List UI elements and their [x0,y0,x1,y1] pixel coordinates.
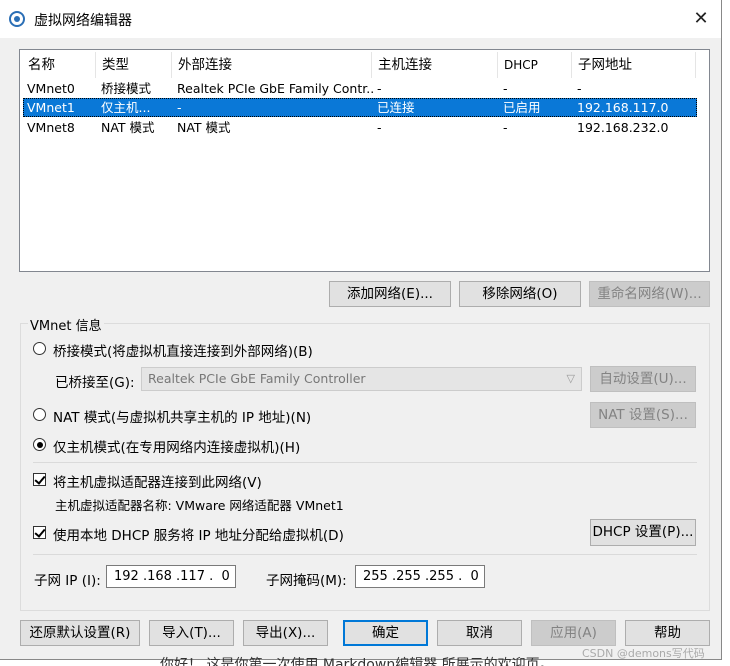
use-dhcp-checkbox[interactable] [33,526,46,539]
bridge-mode-label[interactable]: 桥接模式(将虚拟机直接连接到外部网络)(B) [53,340,313,360]
add-network-button[interactable]: 添加网络(E)... [329,281,451,307]
cell-subnet: - [577,81,582,96]
bridged-to-select[interactable]: Realtek PCIe GbE Family Controller ▽ [141,367,582,391]
close-icon[interactable]: ✕ [686,6,716,32]
cell-type: NAT 模式 [101,120,155,135]
column-header-dhcp[interactable]: DHCP [498,52,572,78]
cell-dhcp: - [503,120,508,135]
cell-host: - [377,81,382,96]
nat-mode-label[interactable]: NAT 模式(与虚拟机共享主机的 IP 地址)(N) [53,406,311,426]
cell-name: VMnet0 [27,81,75,96]
cancel-button[interactable]: 取消 [437,620,522,646]
column-header-external[interactable]: 外部连接 [172,52,372,78]
separator [33,462,697,463]
bridged-to-label: 已桥接至(G): [55,375,135,391]
column-header-subnet[interactable]: 子网地址 [572,52,696,78]
watermark: CSDN @demons写代码 [582,647,705,660]
subnet-mask-label: 子网掩码(M): [266,573,347,589]
cell-subnet: 192.168.117.0 [577,100,669,115]
apply-button[interactable]: 应用(A) [531,620,616,646]
cell-type: 仅主机... [101,100,151,115]
cell-dhcp: - [503,81,508,96]
adapter-name-text: 主机虚拟适配器名称: VMware 网络适配器 VMnet1 [55,498,344,513]
table-row-vmnet1[interactable]: VMnet1 仅主机... - 已连接 已启用 192.168.117.0 [23,98,697,117]
bridge-mode-radio[interactable] [33,342,46,355]
bridged-to-value: Realtek PCIe GbE Family Controller [148,371,366,386]
host-only-label[interactable]: 仅主机模式(在专用网络内连接虚拟机)(H) [53,436,300,456]
cell-host: - [377,120,382,135]
restore-defaults-button[interactable]: 还原默认设置(R) [20,620,140,646]
cell-dhcp: 已启用 [503,100,541,115]
cell-external: NAT 模式 [177,120,231,135]
cell-name: VMnet8 [27,120,75,135]
subnet-ip-label: 子网 IP (I): [34,573,101,589]
import-button[interactable]: 导入(T)... [149,620,234,646]
cell-external: Realtek PCIe GbE Family Contr... [177,81,373,96]
use-dhcp-label[interactable]: 使用本地 DHCP 服务将 IP 地址分配给虚拟机(D) [53,524,344,544]
cell-name: VMnet1 [27,100,75,115]
table-row-vmnet8[interactable]: VMnet8 NAT 模式 NAT 模式 - - 192.168.232.0 [23,118,697,137]
nat-mode-radio[interactable] [33,408,46,421]
auto-settings-button[interactable]: 自动设置(U)... [590,366,696,392]
subnet-ip-input[interactable]: 192 .168 .117 . 0 [106,565,236,588]
nat-settings-button[interactable]: NAT 设置(S)... [590,402,696,428]
separator [33,554,697,555]
dhcp-settings-button[interactable]: DHCP 设置(P)... [590,519,696,546]
connect-adapter-label[interactable]: 将主机虚拟适配器连接到此网络(V) [53,471,262,491]
network-list[interactable]: 名称 类型 外部连接 主机连接 DHCP 子网地址 VMnet0 桥接模式 Re… [19,49,710,272]
subnet-mask-input[interactable]: 255 .255 .255 . 0 [355,565,485,588]
ok-button[interactable]: 确定 [343,620,428,646]
remove-network-button[interactable]: 移除网络(O) [459,281,581,307]
network-globe-icon [9,11,25,27]
cell-type: 桥接模式 [101,81,152,96]
connect-adapter-checkbox[interactable] [33,473,46,486]
column-header-host[interactable]: 主机连接 [372,52,498,78]
column-header-name[interactable]: 名称 [22,52,96,78]
cell-host: 已连接 [377,100,415,115]
column-header-type[interactable]: 类型 [96,52,172,78]
chevron-down-icon: ▽ [566,372,575,385]
vmnet-info-label: VMnet 信息 [28,315,104,334]
host-only-radio[interactable] [33,438,46,451]
window-title: 虚拟网络编辑器 [34,13,132,29]
help-button[interactable]: 帮助 [625,620,710,646]
cell-external: - [177,100,182,115]
table-row-vmnet0[interactable]: VMnet0 桥接模式 Realtek PCIe GbE Family Cont… [23,79,697,98]
cell-subnet: 192.168.232.0 [577,120,669,135]
rename-network-button[interactable]: 重命名网络(W)... [589,281,710,307]
export-button[interactable]: 导出(X)... [243,620,328,646]
